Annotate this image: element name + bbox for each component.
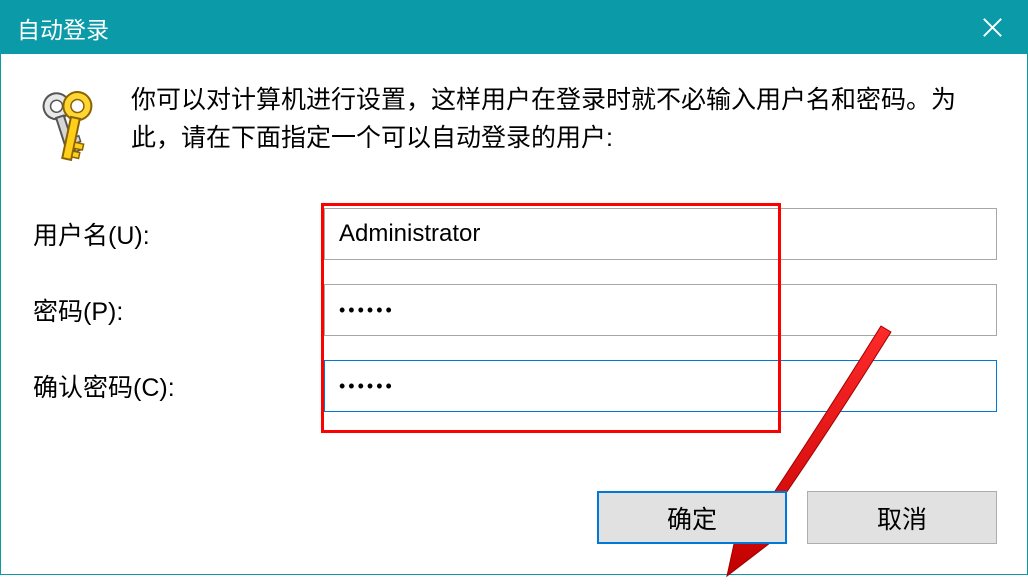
- username-label: 用户名(U):: [31, 216, 324, 252]
- login-form: 用户名(U): 密码(P): 确认密码(C):: [31, 208, 997, 412]
- intro-row: 你可以对计算机进行设置，这样用户在登录时就不必输入用户名和密码。为此，请在下面指…: [31, 82, 997, 168]
- close-button[interactable]: [957, 1, 1027, 54]
- dialog-title: 自动登录: [17, 11, 109, 45]
- keys-icon: [31, 86, 103, 168]
- cancel-button[interactable]: 取消: [807, 491, 997, 544]
- ok-button[interactable]: 确定: [597, 491, 787, 544]
- close-icon: [983, 18, 1002, 37]
- username-row: 用户名(U):: [31, 208, 997, 260]
- dialog-content: 你可以对计算机进行设置，这样用户在登录时就不必输入用户名和密码。为此，请在下面指…: [1, 54, 1027, 412]
- confirm-label: 确认密码(C):: [31, 368, 324, 404]
- auto-login-dialog: 自动登录: [0, 0, 1028, 575]
- password-field[interactable]: [324, 284, 997, 336]
- confirm-row: 确认密码(C):: [31, 360, 997, 412]
- username-field[interactable]: [324, 208, 997, 260]
- button-row: 确定 取消: [597, 491, 997, 544]
- password-label: 密码(P):: [31, 292, 324, 328]
- intro-text: 你可以对计算机进行设置，这样用户在登录时就不必输入用户名和密码。为此，请在下面指…: [131, 82, 997, 157]
- password-row: 密码(P):: [31, 284, 997, 336]
- titlebar: 自动登录: [1, 1, 1027, 54]
- confirm-password-field[interactable]: [324, 360, 997, 412]
